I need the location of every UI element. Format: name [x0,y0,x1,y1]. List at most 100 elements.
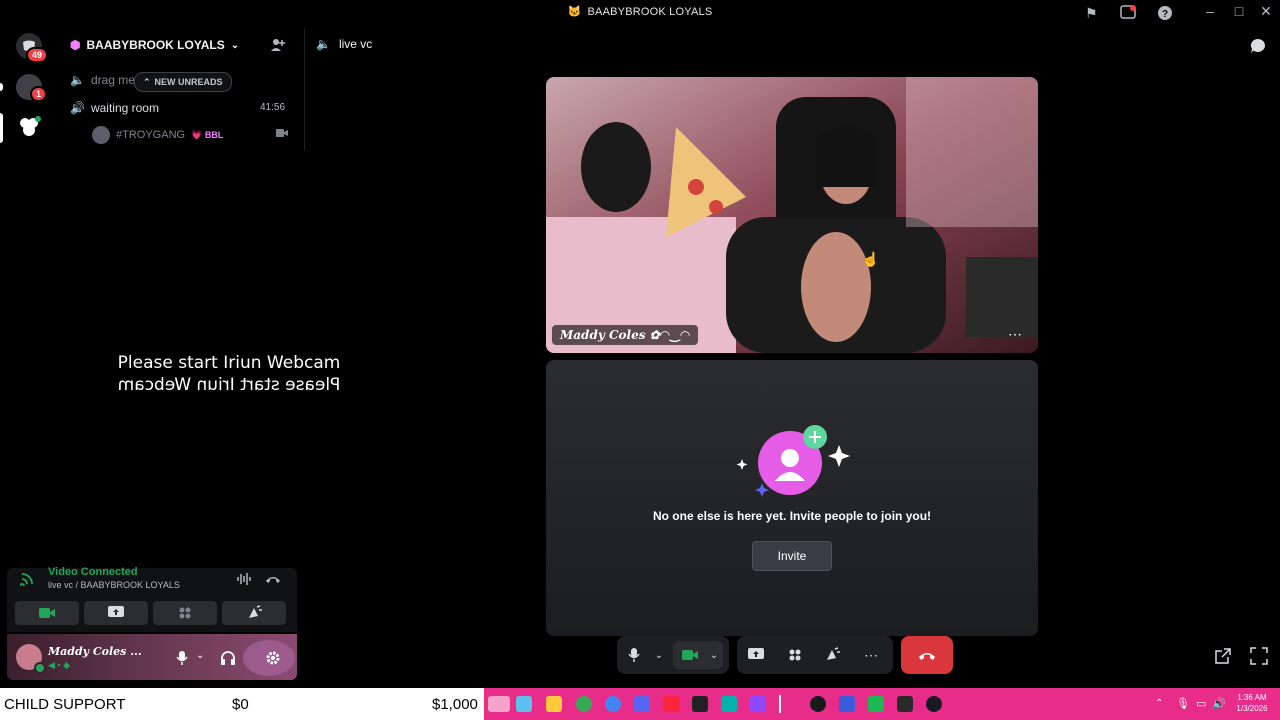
voice-connected-path[interactable]: live vc / BAABYBROOK LOYALS [48,580,180,590]
svg-text:?: ? [1162,9,1168,20]
connection-signal-icon [20,570,36,586]
channel-drag-label: drag me [90,73,135,87]
member-tag: 💗 BBL [191,130,223,141]
server-name: BAABYBROOK LOYALS [86,38,225,52]
speaker-green-icon: 🔊 [70,101,85,115]
iriun-message-mirrored: Please start Iriun Webcam [117,375,341,395]
user-badge: 1 [30,86,48,102]
tray-chevron-icon[interactable]: ⌃ [1155,698,1163,709]
new-unreads-pill[interactable]: ⌃ NEW UNREADS [134,72,232,92]
channel-drag-me[interactable]: 🔈 drag me [70,73,135,87]
participant-video-tile[interactable] [546,77,1038,353]
discord-logo-icon: 🐱 [567,6,582,18]
microphone-button[interactable] [623,644,645,666]
invite-illustration-icon [735,423,850,498]
app-sticker-icon[interactable] [488,696,510,712]
channel-waiting-label: waiting room [90,101,159,115]
taskbar-separator [779,695,781,713]
discord-taskbar-icon[interactable] [634,696,650,712]
app-teal-icon[interactable] [721,696,737,712]
iriun-message: Please start Iriun Webcam [117,353,341,373]
waiting-timer: 41:56 [260,102,286,113]
app-pen-icon[interactable] [516,696,532,712]
more-actions-icon[interactable]: ⋯ [860,644,882,666]
help-icon[interactable]: ? [1157,5,1173,21]
member-name: #TROYGANG [116,129,186,141]
channel-waiting-room[interactable]: 🔊 waiting room [70,101,159,115]
voice-connected-status: Video Connected [48,566,138,578]
ticker-label: CHILD SUPPORT [4,696,126,713]
close-button[interactable]: ✕ [1256,3,1276,20]
participant-name-tag: Maddy Coles ✿◠‿◠ [552,325,699,345]
music-icon[interactable] [663,696,679,712]
unread-pill [0,83,3,91]
stream-ticker: CHILD SUPPORT $0 $1,000 [0,688,484,720]
maximize-button[interactable]: □ [1229,3,1249,19]
member-avatar [92,126,110,144]
heart-icon: 💗 [191,129,203,140]
video-camera-icon [276,128,288,138]
new-unreads-label: NEW UNREADS [154,77,223,87]
chevron-down-icon: ⌄ [230,39,240,51]
system-clock[interactable]: 1:36 AM 1/3/2026 [1230,692,1274,714]
online-status-icon [34,662,46,674]
selected-pill [0,113,3,143]
app-green-icon[interactable] [868,696,884,712]
obs-icon[interactable] [810,696,826,712]
minimize-button[interactable]: – [1200,3,1220,19]
clock-time: 1:36 AM [1237,693,1267,702]
mic-options-chevron-icon[interactable]: ⌄ [648,644,670,666]
flag-icon[interactable]: ⚑ [1085,5,1098,22]
camera-button[interactable] [679,644,701,666]
voice-member[interactable]: #TROYGANG 💗 BBL [92,126,223,144]
panel-screen-share-button[interactable] [84,601,148,625]
camera-options-chevron-icon[interactable]: ⌄ [703,644,725,666]
invite-tile [546,360,1038,636]
steam-icon[interactable] [926,696,942,712]
headphones-button[interactable] [220,650,236,666]
voice-channel-header: 🔈 live vc [316,37,372,51]
window-title: BAABYBROOK LOYALS [587,5,713,18]
activities-button[interactable] [784,644,806,666]
chat-icon[interactable] [1250,38,1266,54]
user-activity-icon: ◀ • ◆ [48,660,70,670]
add-member-icon[interactable] [270,38,286,52]
noise-suppression-icon[interactable] [236,572,252,586]
ticker-value-goal: $1,000 [432,696,478,713]
server-header[interactable]: ⬢ BAABYBROOK LOYALS ⌄ [70,38,239,52]
chrome-icon[interactable] [576,696,592,712]
popout-icon[interactable] [1214,647,1232,665]
disconnect-button[interactable] [901,636,953,674]
voice-disconnect-icon[interactable] [265,574,281,584]
panel-camera-button[interactable] [15,601,79,625]
user-name: Maddy Coles ... [48,645,142,658]
tray-mic-icon[interactable]: 🎙 [1176,697,1190,710]
app-blue-icon[interactable] [839,696,855,712]
screen-share-button[interactable] [745,644,767,666]
user-mic-button[interactable] [176,650,188,666]
more-options-icon[interactable]: ⋯ [1008,326,1022,343]
server-bbl-icon[interactable] [16,114,42,140]
settings-gear-icon[interactable] [265,650,281,666]
chrome-profile-icon[interactable] [605,696,621,712]
tray-volume-icon[interactable]: 🔊 [1212,697,1226,710]
inbox-icon[interactable] [1120,5,1136,19]
invite-button[interactable]: Invite [752,541,832,571]
empty-state-message: No one else is here yet. Invite people t… [652,509,932,523]
epic-games-icon[interactable] [897,696,913,712]
capcut-icon[interactable] [692,696,708,712]
file-explorer-icon[interactable] [546,696,562,712]
panel-soundboard-button[interactable] [222,601,286,625]
panel-activities-button[interactable] [153,601,217,625]
fullscreen-icon[interactable] [1250,647,1268,665]
chevron-up-icon: ⌃ [143,76,151,87]
voice-channel-title: live vc [338,37,373,51]
ticker-value-current: $0 [232,696,249,713]
member-tag-label: BBL [204,129,224,140]
app-purple-icon[interactable] [750,696,766,712]
dm-badge: 49 [26,47,49,63]
soundboard-button[interactable] [821,644,843,666]
tray-monitor-icon[interactable]: ▭ [1196,697,1206,710]
speaker-icon: 🔈 [70,73,85,87]
user-mic-chevron-icon[interactable]: ⌄ [196,650,204,661]
